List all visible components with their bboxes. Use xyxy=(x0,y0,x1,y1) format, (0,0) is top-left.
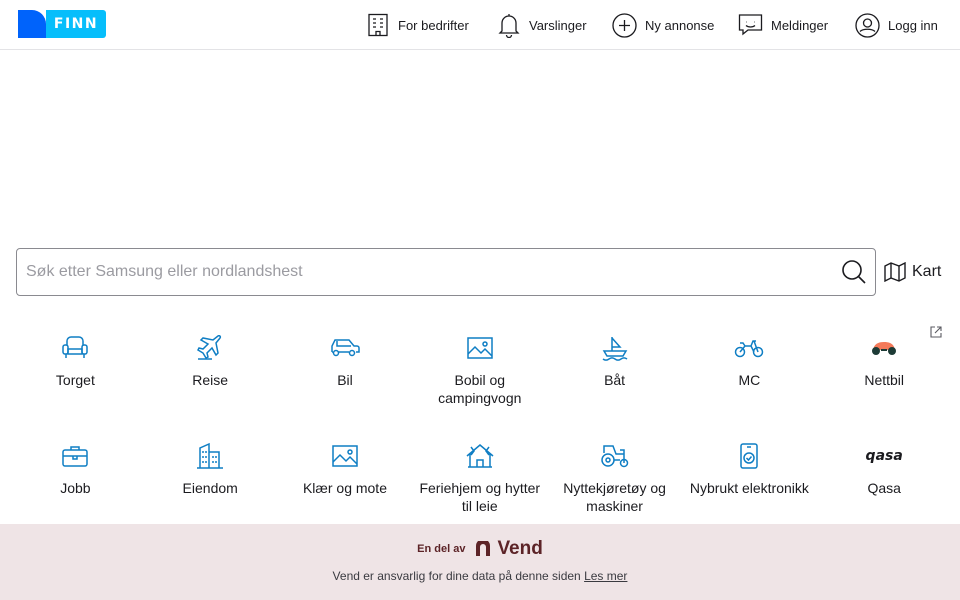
user-circle-icon xyxy=(855,12,880,38)
boat-icon xyxy=(602,337,628,361)
category-bobil[interactable]: Bobil og campingvogn xyxy=(412,330,547,438)
picture-icon xyxy=(467,337,493,359)
category-label: Båt xyxy=(604,372,626,388)
read-more-link[interactable]: Les mer xyxy=(584,569,627,583)
category-label: Torget xyxy=(55,372,95,388)
external-link-icon xyxy=(930,326,942,338)
search-button[interactable] xyxy=(841,259,867,285)
search-icon xyxy=(842,260,866,284)
qasa-logo-icon: qasa xyxy=(865,448,903,464)
armchair-icon xyxy=(62,336,89,358)
finn-logo[interactable]: FINN xyxy=(18,10,106,38)
vend-logo[interactable]: Vend xyxy=(475,538,543,560)
category-label: Reise xyxy=(192,372,229,388)
category-bil[interactable]: Bil xyxy=(278,330,413,438)
category-label: Nyttekjøretøy og maskiner xyxy=(563,480,666,514)
bell-icon xyxy=(498,14,520,38)
vend-banner: En del av Vend xyxy=(0,538,960,560)
airplane-icon xyxy=(197,335,222,360)
car-icon xyxy=(331,339,360,357)
building-icon xyxy=(368,13,388,37)
footer: En del av Vend Vend er ansvarlig for din… xyxy=(0,524,960,600)
chat-icon xyxy=(738,14,763,36)
category-label: Bobil og campingvogn xyxy=(438,372,522,406)
search-input[interactable] xyxy=(18,250,828,294)
category-label: Feriehjem og hytter til leie xyxy=(419,480,541,514)
nav-label: For bedrifter xyxy=(398,17,469,33)
category-label: Klær og mote xyxy=(302,480,387,496)
buildings-icon xyxy=(197,442,224,469)
logo-text: FINN xyxy=(46,10,106,38)
search-box xyxy=(16,248,876,296)
category-grid: Torget Reise Bil Bobil og campingvogn Bå… xyxy=(8,330,952,546)
motorcycle-icon xyxy=(735,340,764,358)
ad-space xyxy=(0,51,960,231)
nav-ny-annonse[interactable]: Ny annonse xyxy=(612,12,715,38)
category-label: Bil xyxy=(337,372,353,388)
footer-text: Vend er ansvarlig for dine data på denne… xyxy=(0,569,960,583)
map-label: Kart xyxy=(912,263,942,280)
nav-label: Varslinger xyxy=(529,17,587,33)
map-icon xyxy=(884,262,906,282)
logo-mark xyxy=(18,10,46,38)
footer-statement: Vend er ansvarlig for dine data på denne… xyxy=(332,569,581,583)
nav-meldinger[interactable]: Meldinger xyxy=(738,13,828,37)
header: FINN For bedrifter Varslinger Ny annonse xyxy=(0,0,960,50)
nav-label: Meldinger xyxy=(771,17,829,33)
category-label: Jobb xyxy=(60,480,91,496)
category-bat[interactable]: Båt xyxy=(547,330,682,438)
nav-for-bedrifter[interactable]: For bedrifter xyxy=(366,13,469,37)
nav-label: Logg inn xyxy=(888,17,938,33)
briefcase-icon xyxy=(62,446,89,467)
nettbil-logo-icon xyxy=(872,342,897,355)
vend-logo-icon xyxy=(476,541,491,556)
tractor-icon xyxy=(600,445,628,468)
category-torget[interactable]: Torget xyxy=(8,330,143,438)
nav-label: Ny annonse xyxy=(645,17,715,33)
category-mc[interactable]: MC xyxy=(682,330,817,438)
category-label: Nybrukt elektronikk xyxy=(689,480,809,496)
category-label: Qasa xyxy=(867,480,901,496)
vend-brand: Vend xyxy=(497,538,543,559)
category-nettbil[interactable]: Nettbil xyxy=(817,330,952,438)
part-of-label: En del av xyxy=(417,543,466,555)
category-label: Nettbil xyxy=(864,372,905,388)
plus-circle-icon xyxy=(612,12,637,38)
category-label: MC xyxy=(738,372,761,388)
phone-check-icon xyxy=(740,443,759,469)
category-label: Eiendom xyxy=(182,480,238,496)
nav-varslinger[interactable]: Varslinger xyxy=(497,12,587,38)
category-reise[interactable]: Reise xyxy=(143,330,278,438)
nav-logg-inn[interactable]: Logg inn xyxy=(855,12,938,38)
map-button[interactable]: Kart xyxy=(884,259,941,285)
cabin-icon xyxy=(466,444,494,468)
picture-icon xyxy=(332,445,358,467)
